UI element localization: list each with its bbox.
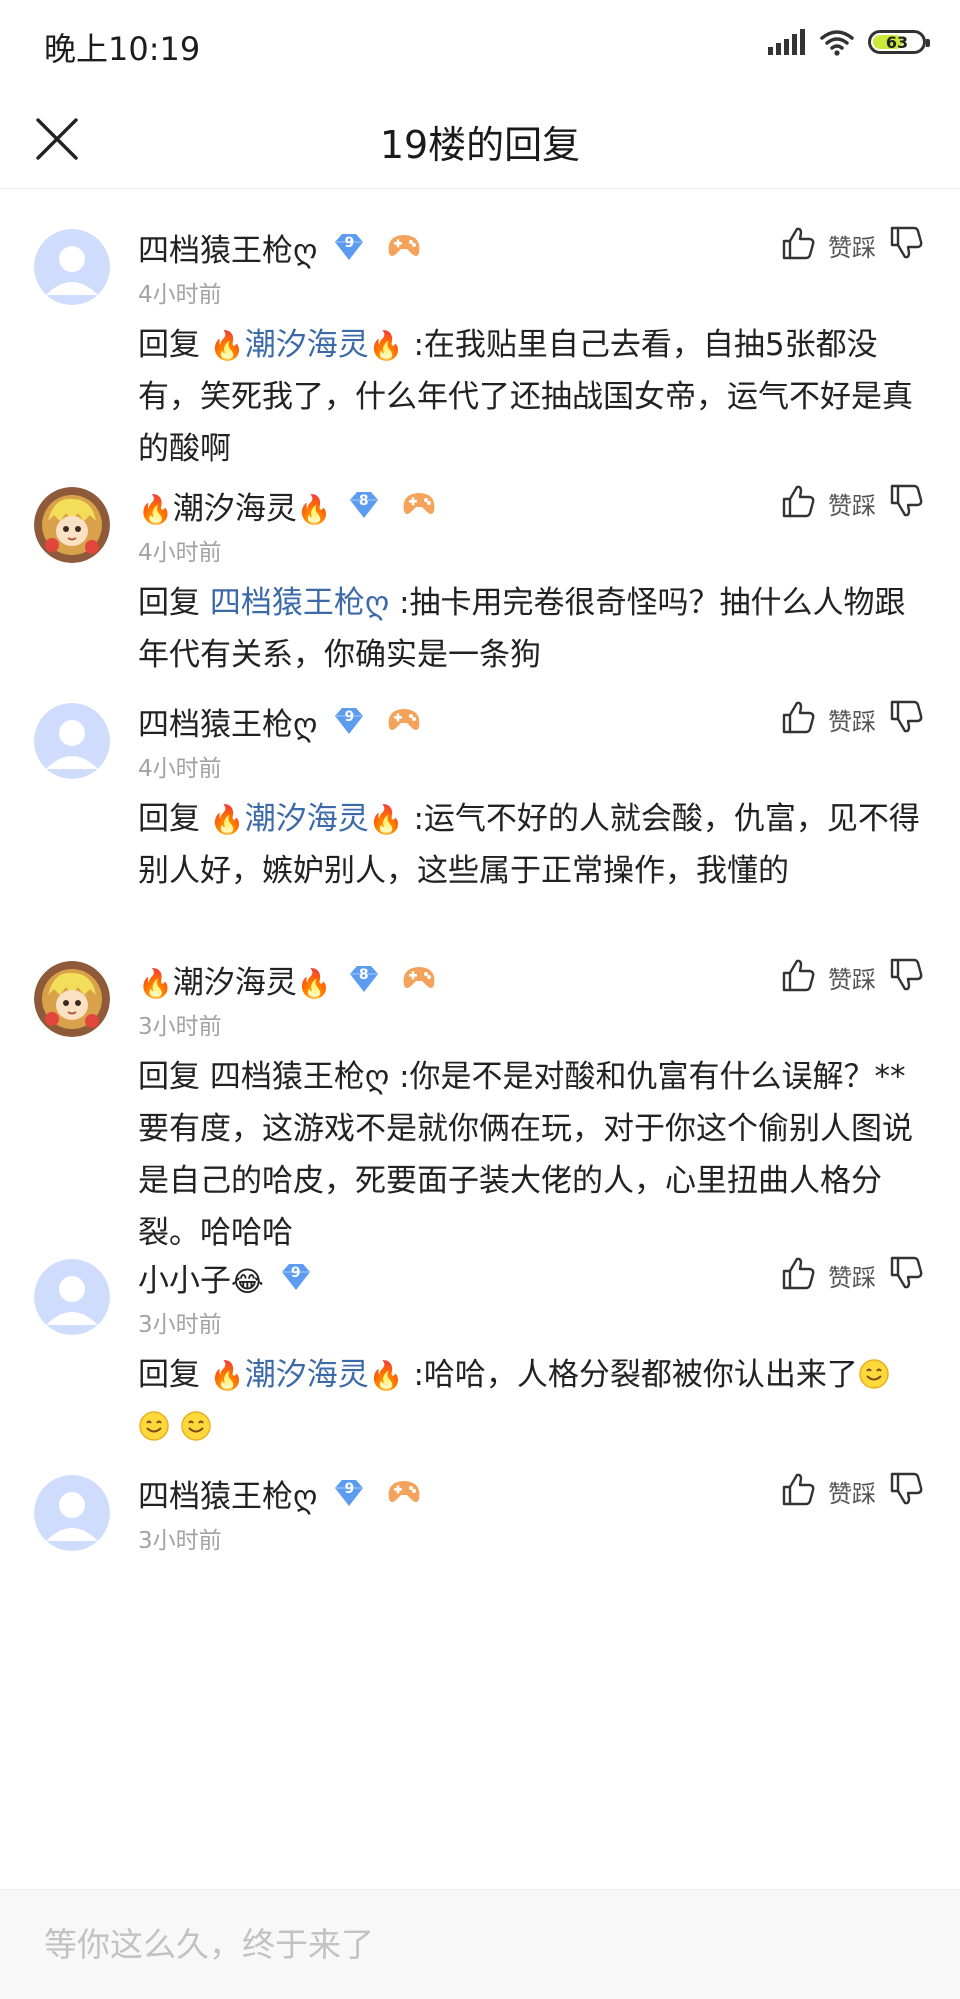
avatar[interactable] bbox=[34, 1259, 110, 1335]
comment-text: 回复 🔥潮汐海灵🔥 :哈哈，人格分裂都被你认出来了 bbox=[138, 1349, 928, 1453]
thumbs-down-icon[interactable] bbox=[888, 957, 924, 997]
level-badge-icon: 9 bbox=[333, 232, 365, 262]
vote-label: 赞踩 bbox=[828, 491, 876, 520]
comment-text: 回复 四档猿王枪ღ :抽卡用完卷很奇怪吗？抽什么人物跟年代有关系，你确实是一条狗 bbox=[138, 585, 906, 673]
vote-label: 赞踩 bbox=[828, 1479, 876, 1508]
username[interactable]: 四档猿王枪ღ bbox=[138, 225, 317, 270]
vote-actions: 赞踩 bbox=[780, 225, 924, 265]
thumbs-down-icon[interactable] bbox=[888, 1471, 924, 1511]
avatar[interactable] bbox=[34, 229, 110, 305]
status-icons: 63 bbox=[768, 28, 930, 56]
timestamp: 4小时前 bbox=[138, 540, 222, 566]
username[interactable]: 小小子😂 bbox=[138, 1255, 264, 1300]
status-time: 晚上10:19 bbox=[44, 30, 201, 68]
vote-label: 赞踩 bbox=[828, 965, 876, 994]
username[interactable]: 🔥潮汐海灵🔥 bbox=[138, 957, 332, 1002]
mention-link[interactable]: 🔥潮汐海灵🔥 bbox=[210, 801, 404, 837]
timestamp: 4小时前 bbox=[138, 282, 222, 308]
reply-input[interactable] bbox=[0, 1890, 960, 1999]
smile-emoji-icon bbox=[858, 1354, 890, 1389]
level-number: 9 bbox=[290, 1265, 301, 1281]
mention-link[interactable]: 🔥潮汐海灵🔥 bbox=[210, 1357, 404, 1393]
thumbs-down-icon[interactable] bbox=[888, 699, 924, 739]
level-badge-icon: 8 bbox=[348, 964, 380, 994]
thumbs-down-icon[interactable] bbox=[888, 225, 924, 265]
avatar[interactable] bbox=[34, 487, 110, 563]
game-badge-icon bbox=[387, 705, 421, 737]
battery-level: 63 bbox=[885, 32, 909, 52]
avatar[interactable] bbox=[34, 703, 110, 779]
game-badge-icon bbox=[402, 489, 436, 521]
user-info: 四档猿王枪ღ 9 bbox=[138, 223, 421, 271]
level-badge-icon: 9 bbox=[333, 706, 365, 736]
thumbs-up-icon[interactable] bbox=[780, 1471, 816, 1511]
thumbs-down-icon[interactable] bbox=[888, 483, 924, 523]
user-info: 小小子😂 9 bbox=[138, 1253, 312, 1301]
username[interactable]: 四档猿王枪ღ bbox=[138, 699, 317, 744]
thumbs-up-icon[interactable] bbox=[780, 699, 816, 739]
vote-actions: 赞踩 bbox=[780, 483, 924, 523]
reply-bar bbox=[0, 1889, 960, 1999]
timestamp: 3小时前 bbox=[138, 1014, 222, 1040]
header: 19楼的回复 bbox=[0, 92, 960, 189]
signal-icon bbox=[768, 29, 805, 55]
user-info: 四档猿王枪ღ 9 bbox=[138, 1469, 421, 1517]
level-badge-icon: 9 bbox=[333, 1478, 365, 1508]
status-bar: 晚上10:19 63 bbox=[0, 0, 960, 92]
level-badge-icon: 8 bbox=[348, 490, 380, 520]
game-badge-icon bbox=[387, 231, 421, 263]
user-info: 🔥潮汐海灵🔥 8 bbox=[138, 481, 436, 529]
timestamp: 3小时前 bbox=[138, 1312, 222, 1338]
level-number: 9 bbox=[344, 709, 355, 725]
username[interactable]: 🔥潮汐海灵🔥 bbox=[138, 483, 332, 528]
level-badge-icon: 9 bbox=[280, 1262, 312, 1292]
level-number: 8 bbox=[358, 967, 369, 983]
comment-text: 回复 🔥潮汐海灵🔥 :在我贴里自己去看，自抽5张都没有，笑死我了，什么年代了还抽… bbox=[138, 327, 913, 467]
wifi-icon bbox=[820, 30, 854, 56]
level-number: 9 bbox=[344, 235, 355, 251]
vote-actions: 赞踩 bbox=[780, 1471, 924, 1511]
timestamp: 4小时前 bbox=[138, 756, 222, 782]
mention-link[interactable]: 四档猿王枪ღ bbox=[210, 585, 389, 621]
comment-text: 回复 🔥潮汐海灵🔥 :运气不好的人就会酸，仇富，见不得别人好，嫉妒别人，这些属于… bbox=[138, 801, 920, 889]
smile-emoji-icon bbox=[180, 1406, 212, 1441]
thumbs-up-icon[interactable] bbox=[780, 483, 816, 523]
comment-text: 回复 四档猿王枪ღ :你是不是对酸和仇富有什么误解？**要有度，这游戏不是就你俩… bbox=[138, 1059, 913, 1251]
avatar[interactable] bbox=[34, 961, 110, 1037]
timestamp: 3小时前 bbox=[138, 1528, 222, 1554]
page-title: 19楼的回复 bbox=[379, 123, 581, 167]
user-info: 🔥潮汐海灵🔥 8 bbox=[138, 955, 436, 1003]
vote-label: 赞踩 bbox=[828, 233, 876, 262]
level-number: 8 bbox=[358, 493, 369, 509]
vote-label: 赞踩 bbox=[828, 1263, 876, 1292]
game-badge-icon bbox=[402, 963, 436, 995]
game-badge-icon bbox=[387, 1477, 421, 1509]
vote-actions: 赞踩 bbox=[780, 1255, 924, 1295]
user-info: 四档猿王枪ღ 9 bbox=[138, 697, 421, 745]
smile-emoji-icon bbox=[138, 1406, 170, 1441]
battery-icon: 63 bbox=[868, 30, 930, 54]
vote-actions: 赞踩 bbox=[780, 957, 924, 997]
level-number: 9 bbox=[344, 1481, 355, 1497]
thumbs-up-icon[interactable] bbox=[780, 225, 816, 265]
mention-link[interactable]: 🔥潮汐海灵🔥 bbox=[210, 327, 404, 363]
thumbs-up-icon[interactable] bbox=[780, 1255, 816, 1295]
vote-label: 赞踩 bbox=[828, 707, 876, 736]
thumbs-down-icon[interactable] bbox=[888, 1255, 924, 1295]
thumbs-up-icon[interactable] bbox=[780, 957, 816, 997]
username[interactable]: 四档猿王枪ღ bbox=[138, 1471, 317, 1516]
vote-actions: 赞踩 bbox=[780, 699, 924, 739]
avatar[interactable] bbox=[34, 1475, 110, 1551]
comment-list[interactable]: 四档猿王枪ღ 9 4小时前 赞踩 回复 🔥潮汐海灵🔥 :在我贴里自己去看，自抽5… bbox=[0, 189, 960, 1889]
